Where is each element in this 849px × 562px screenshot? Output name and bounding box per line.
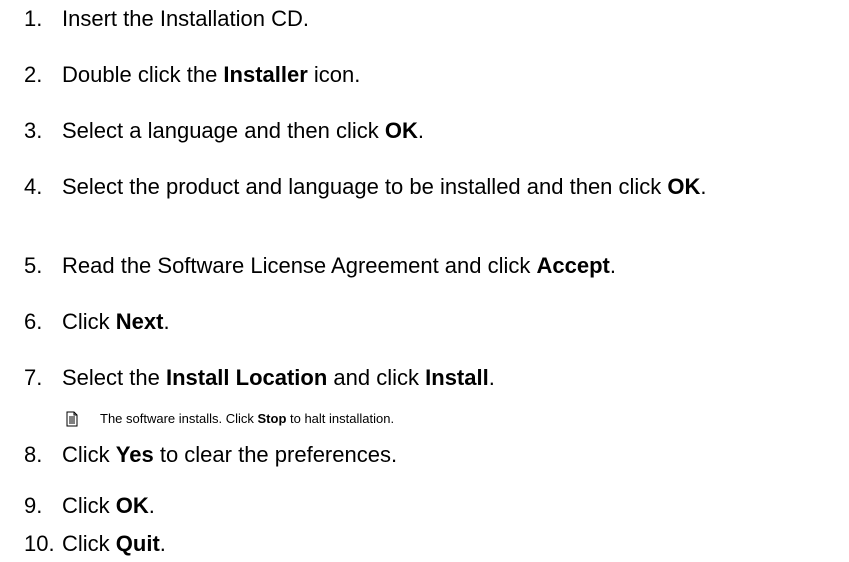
install-location-term: Install Location — [165, 365, 328, 390]
stop-term: Stop — [257, 411, 287, 426]
step-text: Click Yes to clear the preferences. — [62, 442, 398, 467]
step-text: Click OK. — [62, 493, 155, 518]
ok-term: OK — [667, 174, 701, 199]
note-page-icon — [66, 411, 78, 427]
step-text: Select a language and then click OK. — [62, 118, 425, 143]
installation-steps-list: 1. Insert the Installation CD. 2. Double… — [0, 0, 849, 562]
step-number: 1. — [24, 6, 43, 31]
step-text: Select the Install Location and click In… — [62, 365, 495, 390]
installer-term: Installer — [223, 62, 308, 87]
step-number: 7. — [24, 365, 43, 390]
step-text: Read the Software License Agreement and … — [62, 253, 616, 278]
step-number: 2. — [24, 62, 43, 87]
step-text: Double click the Installer icon. — [62, 62, 361, 87]
note-text: The software installs. Click Stop to hal… — [100, 411, 395, 426]
step-number: 3. — [24, 118, 43, 143]
ok-term: OK — [384, 118, 418, 143]
quit-term: Quit — [115, 531, 160, 556]
step-number: 8. — [24, 442, 43, 467]
step-number: 6. — [24, 309, 43, 334]
step-text: Insert the Installation CD. — [62, 6, 310, 31]
step-number: 9. — [24, 493, 43, 518]
step-number: 10. — [24, 531, 55, 556]
step-number: 4. — [24, 174, 43, 199]
step-number: 5. — [24, 253, 43, 278]
step-text: Click Next. — [62, 309, 170, 334]
yes-term: Yes — [115, 442, 154, 467]
step-text: Select the product and language to be in… — [62, 174, 707, 199]
step-text: Click Quit. — [62, 531, 166, 556]
accept-term: Accept — [536, 253, 610, 278]
next-term: Next — [115, 309, 164, 334]
install-term: Install — [425, 365, 489, 390]
ok-term: OK — [115, 493, 149, 518]
